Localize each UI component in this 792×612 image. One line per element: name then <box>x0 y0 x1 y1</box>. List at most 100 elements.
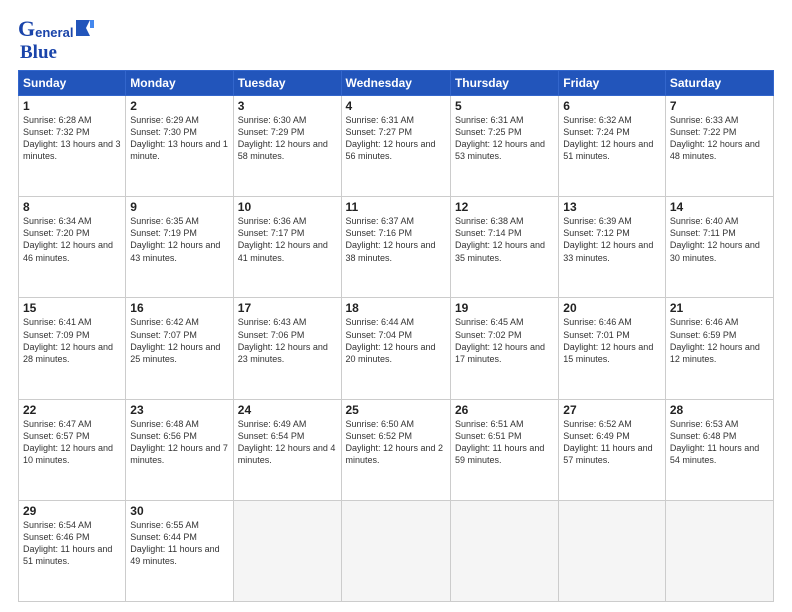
logo: G eneral Blue <box>18 16 94 64</box>
day-number: 19 <box>455 301 554 315</box>
calendar-cell: 29Sunrise: 6:54 AMSunset: 6:46 PMDayligh… <box>19 500 126 601</box>
logo-eneral-text: eneral <box>35 25 73 40</box>
day-number: 29 <box>23 504 121 518</box>
day-info: Sunrise: 6:30 AMSunset: 7:29 PMDaylight:… <box>238 114 337 163</box>
day-number: 15 <box>23 301 121 315</box>
day-number: 23 <box>130 403 228 417</box>
day-info: Sunrise: 6:40 AMSunset: 7:11 PMDaylight:… <box>670 215 769 264</box>
logo-flag-icon <box>76 18 94 38</box>
calendar-cell: 18Sunrise: 6:44 AMSunset: 7:04 PMDayligh… <box>341 298 450 399</box>
day-info: Sunrise: 6:51 AMSunset: 6:51 PMDaylight:… <box>455 418 554 467</box>
calendar-cell: 5Sunrise: 6:31 AMSunset: 7:25 PMDaylight… <box>450 96 558 197</box>
day-number: 24 <box>238 403 337 417</box>
day-number: 7 <box>670 99 769 113</box>
calendar-cell <box>559 500 666 601</box>
header: G eneral Blue <box>18 16 774 64</box>
calendar-cell: 10Sunrise: 6:36 AMSunset: 7:17 PMDayligh… <box>233 197 341 298</box>
calendar-cell: 25Sunrise: 6:50 AMSunset: 6:52 PMDayligh… <box>341 399 450 500</box>
weekday-header-monday: Monday <box>126 71 233 96</box>
day-info: Sunrise: 6:53 AMSunset: 6:48 PMDaylight:… <box>670 418 769 467</box>
calendar-cell: 24Sunrise: 6:49 AMSunset: 6:54 PMDayligh… <box>233 399 341 500</box>
calendar-cell: 19Sunrise: 6:45 AMSunset: 7:02 PMDayligh… <box>450 298 558 399</box>
day-number: 8 <box>23 200 121 214</box>
day-info: Sunrise: 6:31 AMSunset: 7:25 PMDaylight:… <box>455 114 554 163</box>
day-info: Sunrise: 6:46 AMSunset: 7:01 PMDaylight:… <box>563 316 661 365</box>
day-info: Sunrise: 6:55 AMSunset: 6:44 PMDaylight:… <box>130 519 228 568</box>
day-number: 14 <box>670 200 769 214</box>
calendar-cell: 21Sunrise: 6:46 AMSunset: 6:59 PMDayligh… <box>665 298 773 399</box>
logo-g-letter: G <box>18 16 35 42</box>
day-info: Sunrise: 6:49 AMSunset: 6:54 PMDaylight:… <box>238 418 337 467</box>
weekday-header-sunday: Sunday <box>19 71 126 96</box>
logo-blue-text: Blue <box>20 42 57 64</box>
weekday-header-tuesday: Tuesday <box>233 71 341 96</box>
day-info: Sunrise: 6:50 AMSunset: 6:52 PMDaylight:… <box>346 418 446 467</box>
day-number: 2 <box>130 99 228 113</box>
day-number: 11 <box>346 200 446 214</box>
day-info: Sunrise: 6:42 AMSunset: 7:07 PMDaylight:… <box>130 316 228 365</box>
day-number: 3 <box>238 99 337 113</box>
calendar-cell: 2Sunrise: 6:29 AMSunset: 7:30 PMDaylight… <box>126 96 233 197</box>
calendar-cell: 17Sunrise: 6:43 AMSunset: 7:06 PMDayligh… <box>233 298 341 399</box>
weekday-header-wednesday: Wednesday <box>341 71 450 96</box>
calendar-cell <box>450 500 558 601</box>
calendar-cell: 8Sunrise: 6:34 AMSunset: 7:20 PMDaylight… <box>19 197 126 298</box>
calendar-row-2: 8Sunrise: 6:34 AMSunset: 7:20 PMDaylight… <box>19 197 774 298</box>
day-info: Sunrise: 6:32 AMSunset: 7:24 PMDaylight:… <box>563 114 661 163</box>
day-info: Sunrise: 6:36 AMSunset: 7:17 PMDaylight:… <box>238 215 337 264</box>
calendar-cell: 23Sunrise: 6:48 AMSunset: 6:56 PMDayligh… <box>126 399 233 500</box>
day-info: Sunrise: 6:29 AMSunset: 7:30 PMDaylight:… <box>130 114 228 163</box>
calendar-cell: 16Sunrise: 6:42 AMSunset: 7:07 PMDayligh… <box>126 298 233 399</box>
calendar-cell: 9Sunrise: 6:35 AMSunset: 7:19 PMDaylight… <box>126 197 233 298</box>
calendar-cell: 30Sunrise: 6:55 AMSunset: 6:44 PMDayligh… <box>126 500 233 601</box>
day-info: Sunrise: 6:47 AMSunset: 6:57 PMDaylight:… <box>23 418 121 467</box>
day-info: Sunrise: 6:41 AMSunset: 7:09 PMDaylight:… <box>23 316 121 365</box>
calendar-row-3: 15Sunrise: 6:41 AMSunset: 7:09 PMDayligh… <box>19 298 774 399</box>
calendar-cell: 6Sunrise: 6:32 AMSunset: 7:24 PMDaylight… <box>559 96 666 197</box>
day-info: Sunrise: 6:33 AMSunset: 7:22 PMDaylight:… <box>670 114 769 163</box>
day-info: Sunrise: 6:45 AMSunset: 7:02 PMDaylight:… <box>455 316 554 365</box>
day-number: 9 <box>130 200 228 214</box>
day-number: 21 <box>670 301 769 315</box>
calendar-table: SundayMondayTuesdayWednesdayThursdayFrid… <box>18 70 774 602</box>
day-number: 28 <box>670 403 769 417</box>
calendar-cell: 22Sunrise: 6:47 AMSunset: 6:57 PMDayligh… <box>19 399 126 500</box>
day-number: 16 <box>130 301 228 315</box>
day-number: 18 <box>346 301 446 315</box>
calendar-cell: 12Sunrise: 6:38 AMSunset: 7:14 PMDayligh… <box>450 197 558 298</box>
day-info: Sunrise: 6:54 AMSunset: 6:46 PMDaylight:… <box>23 519 121 568</box>
weekday-header-row: SundayMondayTuesdayWednesdayThursdayFrid… <box>19 71 774 96</box>
calendar-cell: 4Sunrise: 6:31 AMSunset: 7:27 PMDaylight… <box>341 96 450 197</box>
day-number: 13 <box>563 200 661 214</box>
day-info: Sunrise: 6:39 AMSunset: 7:12 PMDaylight:… <box>563 215 661 264</box>
day-number: 17 <box>238 301 337 315</box>
day-info: Sunrise: 6:35 AMSunset: 7:19 PMDaylight:… <box>130 215 228 264</box>
calendar-row-1: 1Sunrise: 6:28 AMSunset: 7:32 PMDaylight… <box>19 96 774 197</box>
day-number: 26 <box>455 403 554 417</box>
day-number: 30 <box>130 504 228 518</box>
day-number: 6 <box>563 99 661 113</box>
calendar-cell <box>665 500 773 601</box>
weekday-header-friday: Friday <box>559 71 666 96</box>
calendar-row-5: 29Sunrise: 6:54 AMSunset: 6:46 PMDayligh… <box>19 500 774 601</box>
day-number: 20 <box>563 301 661 315</box>
calendar-cell: 3Sunrise: 6:30 AMSunset: 7:29 PMDaylight… <box>233 96 341 197</box>
day-number: 1 <box>23 99 121 113</box>
calendar-cell: 28Sunrise: 6:53 AMSunset: 6:48 PMDayligh… <box>665 399 773 500</box>
day-number: 5 <box>455 99 554 113</box>
day-number: 4 <box>346 99 446 113</box>
calendar-cell: 14Sunrise: 6:40 AMSunset: 7:11 PMDayligh… <box>665 197 773 298</box>
day-info: Sunrise: 6:43 AMSunset: 7:06 PMDaylight:… <box>238 316 337 365</box>
page: G eneral Blue SundayMondayTuesdayWednesd… <box>0 0 792 612</box>
calendar-row-4: 22Sunrise: 6:47 AMSunset: 6:57 PMDayligh… <box>19 399 774 500</box>
day-info: Sunrise: 6:44 AMSunset: 7:04 PMDaylight:… <box>346 316 446 365</box>
calendar-cell: 13Sunrise: 6:39 AMSunset: 7:12 PMDayligh… <box>559 197 666 298</box>
calendar-cell: 7Sunrise: 6:33 AMSunset: 7:22 PMDaylight… <box>665 96 773 197</box>
day-info: Sunrise: 6:38 AMSunset: 7:14 PMDaylight:… <box>455 215 554 264</box>
day-info: Sunrise: 6:28 AMSunset: 7:32 PMDaylight:… <box>23 114 121 163</box>
weekday-header-saturday: Saturday <box>665 71 773 96</box>
calendar-cell: 26Sunrise: 6:51 AMSunset: 6:51 PMDayligh… <box>450 399 558 500</box>
calendar-cell: 27Sunrise: 6:52 AMSunset: 6:49 PMDayligh… <box>559 399 666 500</box>
weekday-header-thursday: Thursday <box>450 71 558 96</box>
day-number: 10 <box>238 200 337 214</box>
